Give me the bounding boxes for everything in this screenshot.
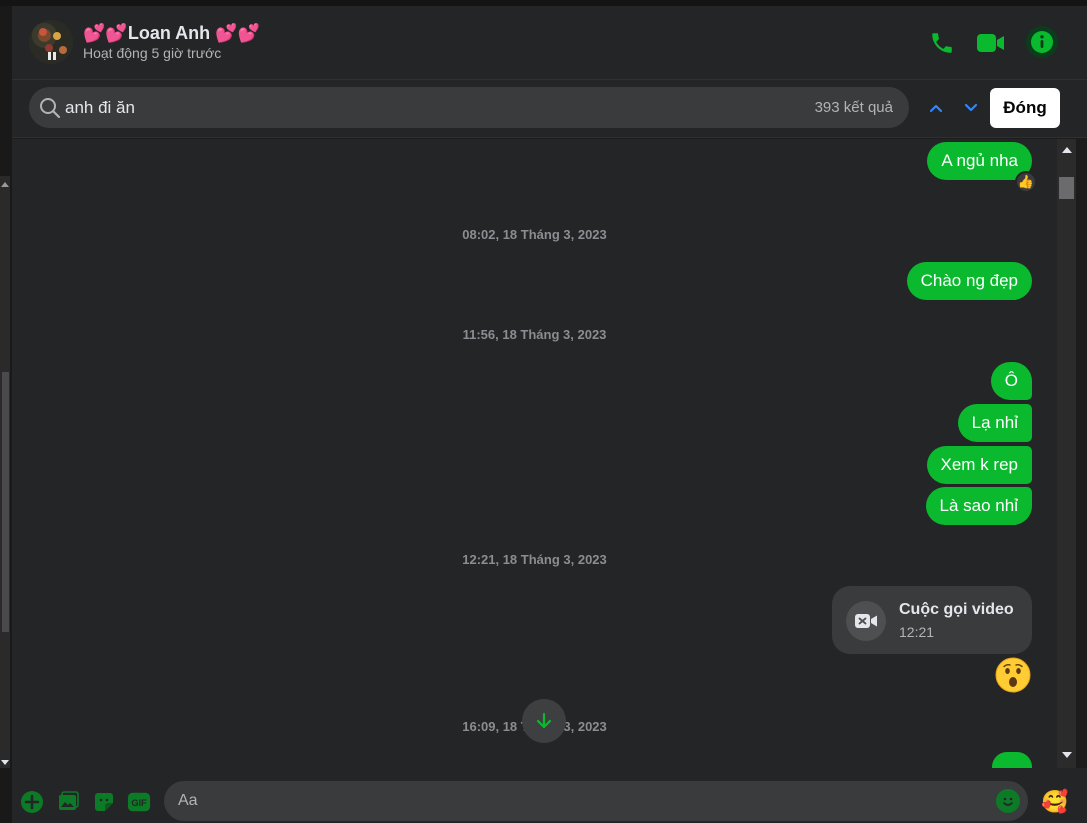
left-scrollbar[interactable] (0, 176, 10, 768)
contact-avatar[interactable] (29, 20, 73, 64)
scroll-down-arrow[interactable] (1062, 752, 1072, 758)
left-scrollbar-thumb[interactable] (2, 372, 9, 632)
attach-image-button[interactable] (56, 790, 80, 814)
message-bubble[interactable]: Xem k rep (926, 446, 1032, 484)
more-actions-button[interactable] (20, 790, 44, 814)
message-thread[interactable]: A ngủ nha 👍 08:02, 18 Tháng 3, 2023 Chào… (12, 139, 1057, 768)
search-icon (40, 98, 61, 119)
left-scroll-down-arrow[interactable] (1, 760, 9, 765)
message-bubble-partial[interactable] (992, 752, 1032, 768)
video-call-log[interactable]: Cuộc gọi video 12:21 (832, 586, 1032, 654)
message-input-box[interactable] (164, 781, 1028, 821)
gif-button[interactable]: GIF (127, 790, 151, 814)
thread-scrollbar-thumb[interactable] (1059, 177, 1074, 199)
sticker-button[interactable] (92, 790, 116, 814)
quick-reaction-button[interactable]: 🥰 (1041, 788, 1069, 816)
message-reaction[interactable]: 👍 (1015, 171, 1037, 193)
previous-result-button[interactable] (924, 96, 948, 120)
plus-circle-icon (21, 791, 43, 813)
message-composer: GIF 🥰 (12, 768, 1087, 823)
video-camera-icon (977, 34, 1004, 52)
contact-active-status: Hoạt động 5 giờ trước (83, 45, 222, 61)
chevron-down-icon (964, 103, 978, 112)
contact-name[interactable]: 💕💕Loan Anh 💕💕 (83, 23, 260, 44)
smiley-icon (1003, 797, 1013, 806)
emoji-picker-icon[interactable] (996, 789, 1020, 813)
message-input[interactable] (178, 781, 978, 821)
missed-video-call-icon-wrap (846, 601, 886, 641)
thread-scrollbar[interactable] (1057, 139, 1076, 768)
search-result-count: 393 kết quả (814, 99, 893, 116)
gif-label: GIF (131, 798, 147, 808)
conversation-header: 💕💕Loan Anh 💕💕 Hoạt động 5 giờ trước (12, 6, 1087, 80)
gif-icon: GIF (127, 792, 151, 812)
video-call-button[interactable] (976, 28, 1006, 58)
scroll-to-bottom-button[interactable] (522, 699, 566, 743)
search-input[interactable] (65, 87, 765, 128)
conversation-info-button[interactable] (1026, 26, 1058, 58)
audio-call-button[interactable] (927, 28, 957, 58)
timestamp-divider: 12:21, 18 Tháng 3, 2023 (462, 552, 607, 567)
message-bubble[interactable]: Ô (990, 362, 1032, 400)
arrow-down-icon (536, 712, 552, 729)
timestamp-divider: 11:56, 18 Tháng 3, 2023 (462, 327, 607, 342)
video-call-icon (855, 614, 877, 628)
next-result-button[interactable] (959, 96, 983, 120)
call-title: Cuộc gọi video (899, 601, 1014, 618)
image-icon (59, 791, 79, 810)
message-bubble[interactable]: Lạ nhỉ (957, 404, 1032, 442)
sticker-icon (95, 793, 113, 811)
chevron-up-icon (929, 104, 943, 113)
right-window-edge (1076, 139, 1087, 768)
timestamp-divider: 08:02, 18 Tháng 3, 2023 (462, 227, 607, 242)
search-box[interactable]: 393 kết quả (29, 87, 909, 128)
left-scroll-up-arrow[interactable] (1, 182, 9, 187)
info-icon (1031, 31, 1053, 53)
phone-icon (932, 33, 952, 53)
message-bubble[interactable]: Là sao nhỉ (925, 487, 1032, 525)
message-bubble[interactable]: Chào ng đẹp (906, 262, 1032, 300)
in-conversation-search-bar: 393 kết quả Đóng (12, 80, 1087, 138)
scroll-up-arrow[interactable] (1062, 147, 1072, 153)
surprised-face-emoji[interactable] (995, 657, 1031, 693)
close-search-button[interactable]: Đóng (990, 88, 1060, 128)
call-time: 12:21 (899, 624, 935, 640)
